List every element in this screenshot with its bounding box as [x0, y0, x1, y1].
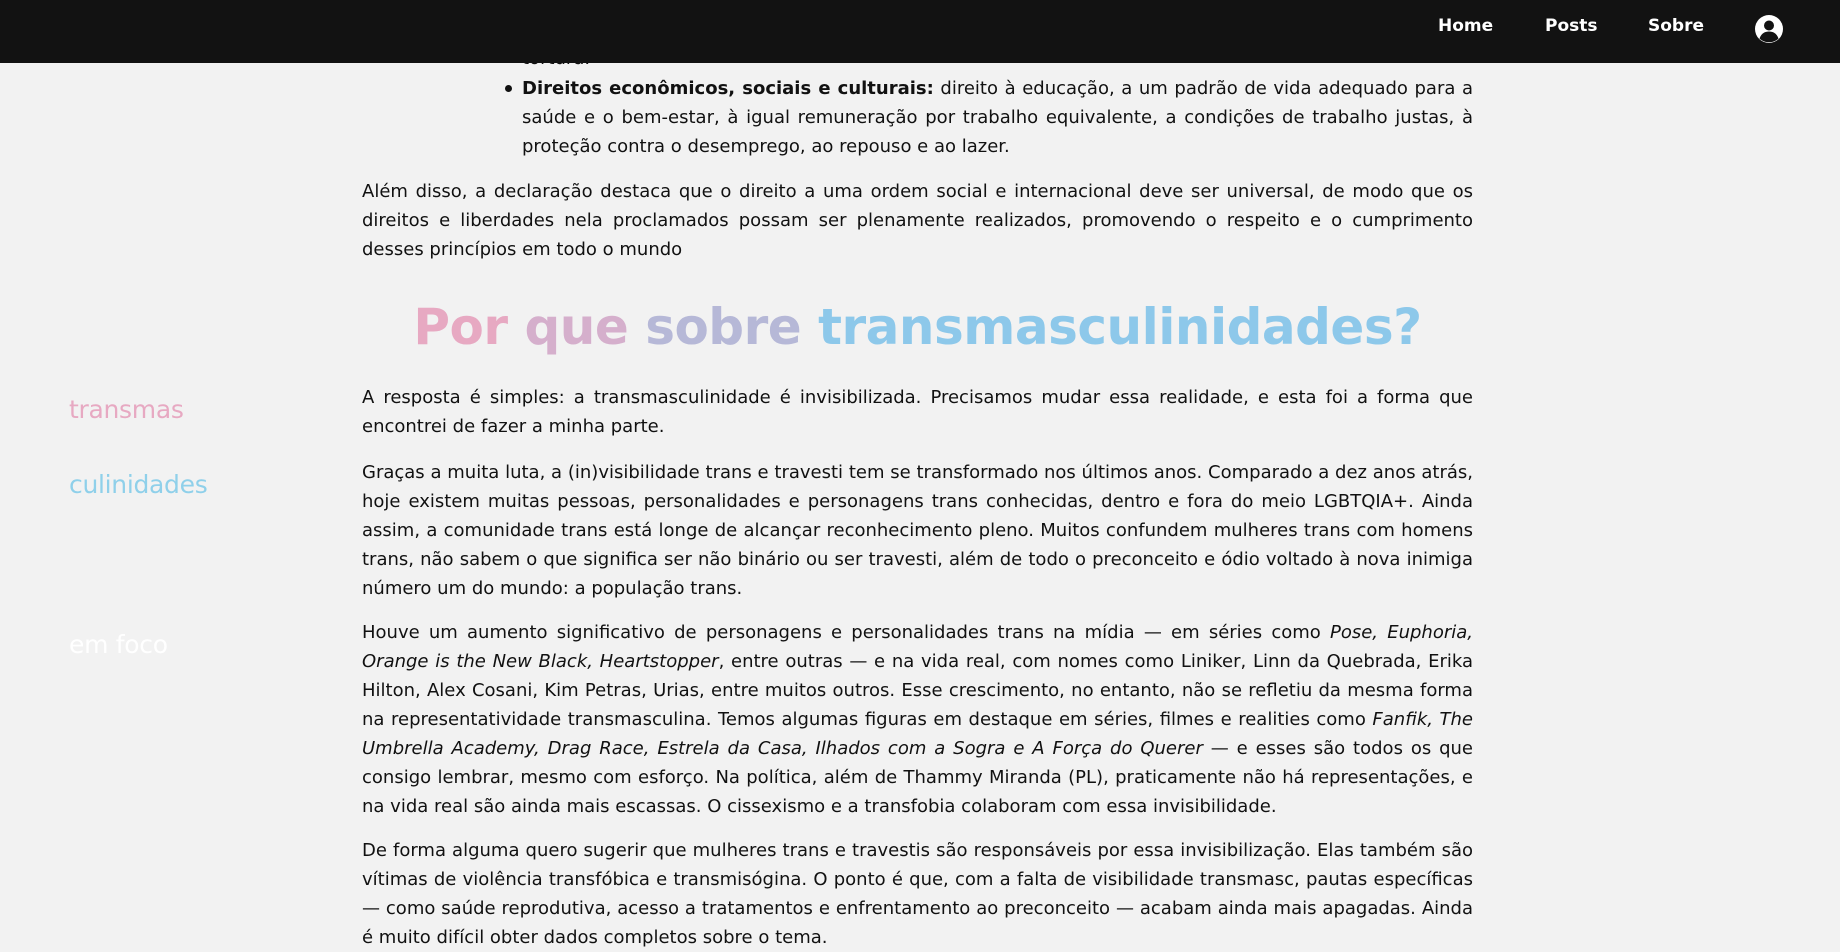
- brand-text-part3: em foco: [69, 630, 168, 659]
- nav-link-sobre[interactable]: Sobre: [1648, 16, 1704, 36]
- list-item-title: Direitos econômicos, sociais e culturais…: [522, 78, 934, 99]
- heading-word-1: Por: [413, 298, 525, 356]
- top-navbar: transmas culinidades em foco Home Posts S…: [0, 0, 1840, 659]
- brand-text-part1: transmas: [69, 395, 184, 424]
- heading-word-3: sobre: [645, 298, 819, 356]
- heading-word-4: transmasculinidades?: [818, 298, 1422, 356]
- nav-link-home[interactable]: Home: [1438, 16, 1493, 36]
- user-circle-icon[interactable]: [1754, 14, 1784, 44]
- bullet-point: [505, 85, 512, 92]
- nav-link-posts[interactable]: Posts: [1545, 16, 1598, 36]
- list-item: Direitos econômicos, sociais e culturais…: [505, 74, 1473, 161]
- paragraph-alem-disso: Além disso, a declaração destaca que o d…: [362, 181, 1473, 260]
- brand-text-part2: culinidades: [69, 470, 208, 499]
- rights-list: Direitos econômicos, sociais e culturais…: [505, 74, 1473, 161]
- section-heading: Por que sobre transmasculinidades?: [362, 298, 1473, 356]
- paragraph-de-forma: De forma alguma quero sugerir que mulher…: [362, 840, 1473, 948]
- heading-word-2: que: [524, 298, 646, 356]
